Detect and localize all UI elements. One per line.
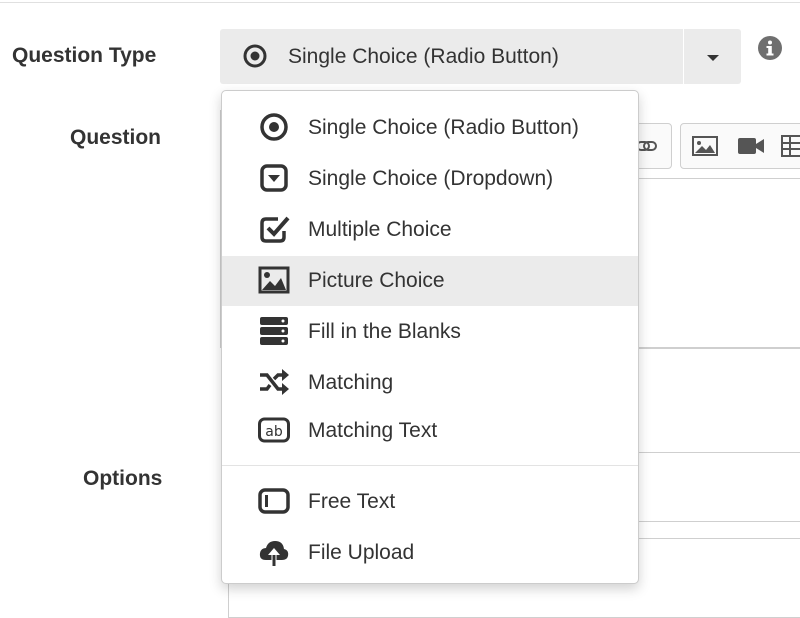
table-icon[interactable] [781, 135, 800, 157]
menu-item-matching[interactable]: Matching [222, 358, 638, 408]
checkbox-icon [260, 216, 290, 243]
menu-item-label: Single Choice (Dropdown) [308, 167, 554, 190]
menu-item-free-text[interactable]: Free Text [222, 477, 638, 527]
media-toolbar-group [680, 123, 800, 169]
menu-item-file-upload[interactable]: File Upload [222, 528, 638, 578]
top-divider [0, 2, 800, 3]
info-icon[interactable] [757, 35, 783, 61]
menu-item-picture-choice[interactable]: Picture Choice [222, 256, 638, 306]
menu-item-label: Free Text [308, 490, 396, 513]
question-label: Question [70, 126, 162, 149]
svg-text:ab: ab [265, 424, 283, 440]
menu-item-label: File Upload [308, 541, 415, 564]
menu-item-single-choice-radio[interactable]: Single Choice (Radio Button) [222, 103, 638, 153]
caret-down-icon [707, 55, 719, 61]
radio-button-icon [243, 44, 267, 68]
question-type-label: Question Type [12, 44, 157, 67]
ab-text-icon: ab [258, 417, 290, 443]
radio-button-icon [260, 113, 288, 141]
menu-item-multiple-choice[interactable]: Multiple Choice [222, 205, 638, 255]
menu-item-label: Single Choice (Radio Button) [308, 116, 579, 139]
image-icon[interactable] [692, 136, 718, 156]
menu-item-label: Matching [308, 371, 394, 394]
picture-icon [258, 266, 290, 294]
menu-item-fill-in-blanks[interactable]: Fill in the Blanks [222, 307, 638, 357]
shuffle-icon [260, 369, 289, 395]
menu-item-single-choice-dropdown[interactable]: Single Choice (Dropdown) [222, 154, 638, 204]
dropdown-square-icon [260, 164, 288, 192]
video-icon[interactable] [737, 136, 765, 156]
server-stack-icon [260, 317, 288, 345]
menu-item-label: Fill in the Blanks [308, 320, 461, 343]
text-field-icon [258, 488, 290, 514]
menu-item-label: Multiple Choice [308, 218, 452, 241]
options-label: Options [83, 467, 163, 490]
select-value: Single Choice (Radio Button) [288, 45, 559, 68]
select-toggle-button[interactable] [683, 29, 741, 84]
menu-item-matching-text[interactable]: ab Matching Text [222, 406, 638, 456]
question-type-menu: Single Choice (Radio Button) Single Choi… [221, 90, 639, 584]
editor-toolbar-divider [626, 178, 800, 179]
menu-item-label: Matching Text [308, 419, 438, 442]
cloud-upload-icon [259, 541, 289, 566]
menu-divider [222, 465, 638, 466]
menu-item-label: Picture Choice [308, 269, 445, 292]
question-type-select[interactable]: Single Choice (Radio Button) [220, 29, 741, 84]
